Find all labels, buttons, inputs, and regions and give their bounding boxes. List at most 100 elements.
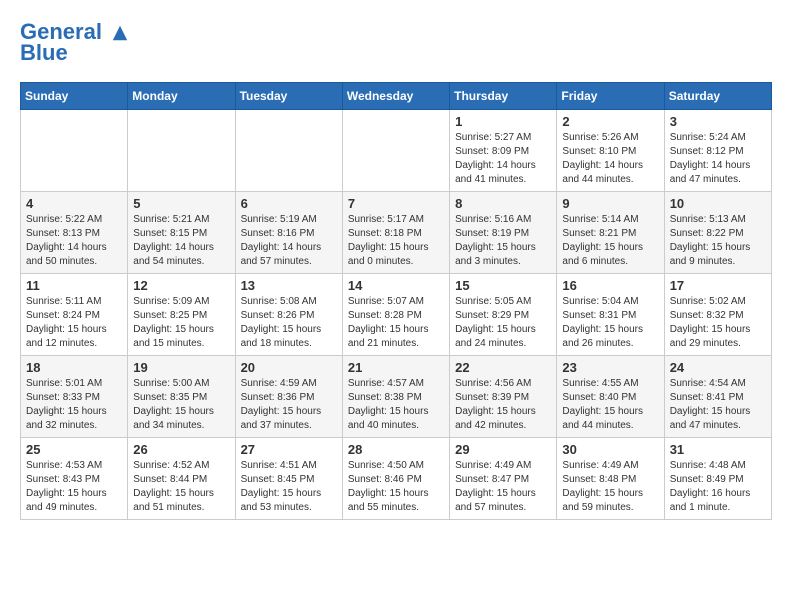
calendar-cell: 1 Sunrise: 5:27 AM Sunset: 8:09 PM Daylig…	[450, 110, 557, 192]
calendar-cell: 13 Sunrise: 5:08 AM Sunset: 8:26 PM Dayli…	[235, 274, 342, 356]
day-info: Sunrise: 4:59 AM Sunset: 8:36 PM Dayligh…	[241, 377, 337, 433]
day-number: 2	[562, 114, 658, 129]
day-info: Sunrise: 5:07 AM Sunset: 8:28 PM Dayligh…	[348, 295, 444, 351]
calendar-cell: 8 Sunrise: 5:16 AM Sunset: 8:19 PM Daylig…	[450, 192, 557, 274]
calendar-cell: 27 Sunrise: 4:51 AM Sunset: 8:45 PM Dayli…	[235, 438, 342, 520]
day-number: 24	[670, 360, 766, 375]
day-info: Sunrise: 5:08 AM Sunset: 8:26 PM Dayligh…	[241, 295, 337, 351]
day-number: 11	[26, 278, 122, 293]
day-number: 28	[348, 442, 444, 457]
day-number: 17	[670, 278, 766, 293]
day-number: 1	[455, 114, 551, 129]
logo: General Blue	[20, 20, 129, 66]
day-number: 30	[562, 442, 658, 457]
day-info: Sunrise: 5:21 AM Sunset: 8:15 PM Dayligh…	[133, 213, 229, 269]
day-number: 20	[241, 360, 337, 375]
day-number: 21	[348, 360, 444, 375]
day-info: Sunrise: 4:51 AM Sunset: 8:45 PM Dayligh…	[241, 459, 337, 515]
calendar-cell: 22 Sunrise: 4:56 AM Sunset: 8:39 PM Dayli…	[450, 356, 557, 438]
weekday-header-sunday: Sunday	[21, 83, 128, 110]
calendar-cell: 11 Sunrise: 5:11 AM Sunset: 8:24 PM Dayli…	[21, 274, 128, 356]
day-number: 19	[133, 360, 229, 375]
calendar-cell: 16 Sunrise: 5:04 AM Sunset: 8:31 PM Dayli…	[557, 274, 664, 356]
day-info: Sunrise: 5:24 AM Sunset: 8:12 PM Dayligh…	[670, 131, 766, 187]
day-info: Sunrise: 4:57 AM Sunset: 8:38 PM Dayligh…	[348, 377, 444, 433]
weekday-header-wednesday: Wednesday	[342, 83, 449, 110]
calendar-cell: 17Sunrise: 5:02 AM Sunset: 8:32 PM Dayli…	[664, 274, 771, 356]
calendar-cell: 14 Sunrise: 5:07 AM Sunset: 8:28 PM Dayli…	[342, 274, 449, 356]
calendar-table: SundayMondayTuesdayWednesdayThursdayFrid…	[20, 82, 772, 520]
day-number: 16	[562, 278, 658, 293]
calendar-cell: 21 Sunrise: 4:57 AM Sunset: 8:38 PM Dayli…	[342, 356, 449, 438]
day-number: 9	[562, 196, 658, 211]
day-info: Sunrise: 5:27 AM Sunset: 8:09 PM Dayligh…	[455, 131, 551, 187]
calendar-cell: 3 Sunrise: 5:24 AM Sunset: 8:12 PM Daylig…	[664, 110, 771, 192]
calendar-cell: 5 Sunrise: 5:21 AM Sunset: 8:15 PM Daylig…	[128, 192, 235, 274]
calendar-cell: 12 Sunrise: 5:09 AM Sunset: 8:25 PM Dayli…	[128, 274, 235, 356]
page-header: General Blue	[20, 20, 772, 66]
calendar-cell: 24 Sunrise: 4:54 AM Sunset: 8:41 PM Dayli…	[664, 356, 771, 438]
day-number: 26	[133, 442, 229, 457]
day-info: Sunrise: 4:49 AM Sunset: 8:48 PM Dayligh…	[562, 459, 658, 515]
weekday-header-tuesday: Tuesday	[235, 83, 342, 110]
day-number: 14	[348, 278, 444, 293]
calendar-cell: 19Sunrise: 5:00 AM Sunset: 8:35 PM Dayli…	[128, 356, 235, 438]
day-info: Sunrise: 5:26 AM Sunset: 8:10 PM Dayligh…	[562, 131, 658, 187]
day-info: Sunrise: 4:48 AM Sunset: 8:49 PM Dayligh…	[670, 459, 766, 515]
calendar-cell: 15Sunrise: 5:05 AM Sunset: 8:29 PM Dayli…	[450, 274, 557, 356]
day-info: Sunrise: 4:54 AM Sunset: 8:41 PM Dayligh…	[670, 377, 766, 433]
calendar-cell: 26 Sunrise: 4:52 AM Sunset: 8:44 PM Dayli…	[128, 438, 235, 520]
day-number: 8	[455, 196, 551, 211]
day-info: Sunrise: 5:19 AM Sunset: 8:16 PM Dayligh…	[241, 213, 337, 269]
calendar-cell	[235, 110, 342, 192]
day-info: Sunrise: 4:50 AM Sunset: 8:46 PM Dayligh…	[348, 459, 444, 515]
day-number: 7	[348, 196, 444, 211]
day-number: 23	[562, 360, 658, 375]
day-info: Sunrise: 5:17 AM Sunset: 8:18 PM Dayligh…	[348, 213, 444, 269]
day-info: Sunrise: 5:13 AM Sunset: 8:22 PM Dayligh…	[670, 213, 766, 269]
day-number: 22	[455, 360, 551, 375]
day-info: Sunrise: 5:09 AM Sunset: 8:25 PM Dayligh…	[133, 295, 229, 351]
weekday-header-monday: Monday	[128, 83, 235, 110]
weekday-header-saturday: Saturday	[664, 83, 771, 110]
calendar-cell: 7 Sunrise: 5:17 AM Sunset: 8:18 PM Daylig…	[342, 192, 449, 274]
day-number: 31	[670, 442, 766, 457]
calendar-cell	[342, 110, 449, 192]
day-number: 4	[26, 196, 122, 211]
weekday-header-thursday: Thursday	[450, 83, 557, 110]
calendar-cell: 30 Sunrise: 4:49 AM Sunset: 8:48 PM Dayli…	[557, 438, 664, 520]
day-number: 18	[26, 360, 122, 375]
calendar-cell: 9 Sunrise: 5:14 AM Sunset: 8:21 PM Daylig…	[557, 192, 664, 274]
calendar-cell: 23 Sunrise: 4:55 AM Sunset: 8:40 PM Dayli…	[557, 356, 664, 438]
day-info: Sunrise: 4:49 AM Sunset: 8:47 PM Dayligh…	[455, 459, 551, 515]
day-info: Sunrise: 4:55 AM Sunset: 8:40 PM Dayligh…	[562, 377, 658, 433]
day-info: Sunrise: 5:14 AM Sunset: 8:21 PM Dayligh…	[562, 213, 658, 269]
day-number: 15	[455, 278, 551, 293]
day-info: Sunrise: 4:56 AM Sunset: 8:39 PM Dayligh…	[455, 377, 551, 433]
calendar-cell: 4 Sunrise: 5:22 AM Sunset: 8:13 PM Daylig…	[21, 192, 128, 274]
calendar-cell: 2 Sunrise: 5:26 AM Sunset: 8:10 PM Daylig…	[557, 110, 664, 192]
day-number: 6	[241, 196, 337, 211]
day-number: 25	[26, 442, 122, 457]
calendar-cell	[21, 110, 128, 192]
day-info: Sunrise: 4:52 AM Sunset: 8:44 PM Dayligh…	[133, 459, 229, 515]
day-number: 5	[133, 196, 229, 211]
day-info: Sunrise: 5:22 AM Sunset: 8:13 PM Dayligh…	[26, 213, 122, 269]
day-info: Sunrise: 5:16 AM Sunset: 8:19 PM Dayligh…	[455, 213, 551, 269]
day-info: Sunrise: 5:04 AM Sunset: 8:31 PM Dayligh…	[562, 295, 658, 351]
day-number: 27	[241, 442, 337, 457]
calendar-cell: 29 Sunrise: 4:49 AM Sunset: 8:47 PM Dayli…	[450, 438, 557, 520]
weekday-header-friday: Friday	[557, 83, 664, 110]
day-info: Sunrise: 4:53 AM Sunset: 8:43 PM Dayligh…	[26, 459, 122, 515]
day-info: Sunrise: 5:11 AM Sunset: 8:24 PM Dayligh…	[26, 295, 122, 351]
day-number: 10	[670, 196, 766, 211]
calendar-cell: 31 Sunrise: 4:48 AM Sunset: 8:49 PM Dayli…	[664, 438, 771, 520]
calendar-cell: 28 Sunrise: 4:50 AM Sunset: 8:46 PM Dayli…	[342, 438, 449, 520]
day-number: 12	[133, 278, 229, 293]
calendar-cell: 25 Sunrise: 4:53 AM Sunset: 8:43 PM Dayli…	[21, 438, 128, 520]
day-number: 3	[670, 114, 766, 129]
calendar-cell: 18Sunrise: 5:01 AM Sunset: 8:33 PM Dayli…	[21, 356, 128, 438]
day-number: 29	[455, 442, 551, 457]
calendar-cell: 6 Sunrise: 5:19 AM Sunset: 8:16 PM Daylig…	[235, 192, 342, 274]
day-number: 13	[241, 278, 337, 293]
